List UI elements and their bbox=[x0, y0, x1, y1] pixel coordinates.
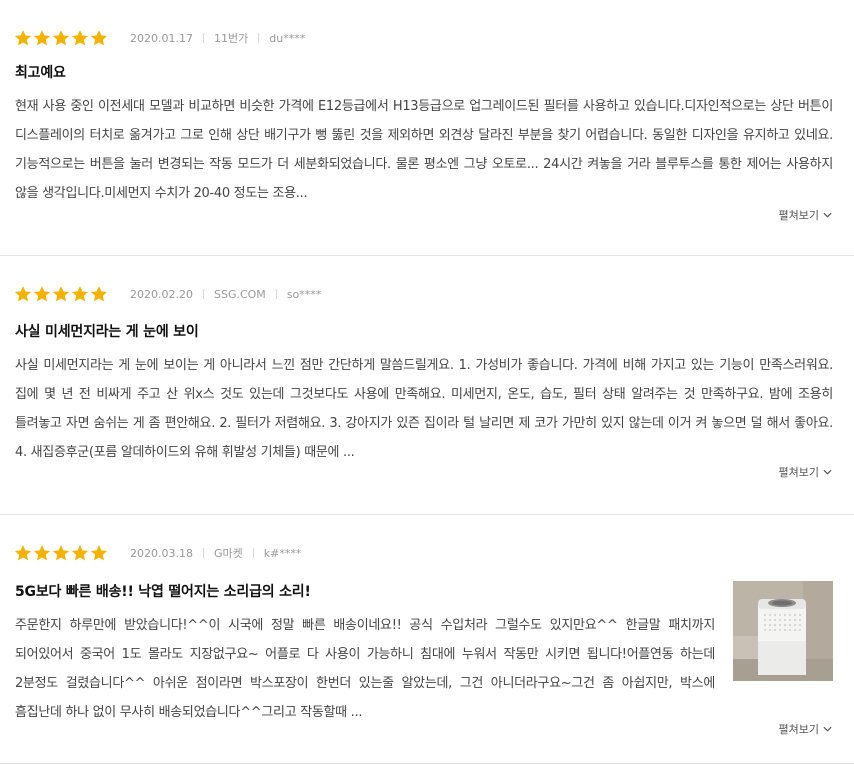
review-photo-thumbnail[interactable] bbox=[733, 581, 833, 681]
chevron-down-icon bbox=[823, 469, 832, 475]
review-user: du**** bbox=[269, 31, 306, 45]
star-icon bbox=[71, 545, 89, 561]
review-date: 2020.02.20 bbox=[130, 287, 193, 301]
expand-label: 펼쳐보기 bbox=[778, 723, 819, 736]
star-icon bbox=[90, 30, 108, 46]
review-date: 2020.03.18 bbox=[130, 546, 193, 560]
review-item: 2020.03.18 G마켓 k#**** 5G보다 빠른 배송!! 낙엽 떨어… bbox=[0, 515, 854, 764]
chevron-down-icon bbox=[823, 212, 832, 218]
meta-divider bbox=[275, 289, 277, 299]
expand-button[interactable]: 펼쳐보기 bbox=[779, 207, 832, 223]
review-body: 주문한지 하루만에 받았습니다!^^이 시국에 정말 빠른 배송이네요!! 공식… bbox=[15, 618, 715, 720]
review-meta: 2020.01.17 11번가 du**** bbox=[14, 28, 305, 48]
air-purifier-photo bbox=[733, 581, 833, 681]
meta-divider bbox=[202, 548, 204, 558]
meta-divider bbox=[202, 289, 204, 299]
review-source: G마켓 bbox=[213, 547, 243, 560]
star-icon bbox=[52, 545, 70, 561]
expand-label: 펼쳐보기 bbox=[778, 209, 819, 222]
expand-button[interactable]: 펼쳐보기 bbox=[779, 721, 832, 737]
review-title: 5G보다 빠른 배송!! 낙엽 떨어지는 소리급의 소리! bbox=[15, 584, 311, 600]
review-source: 11번가 bbox=[213, 32, 249, 45]
review-meta: 2020.03.18 G마켓 k#**** bbox=[14, 543, 301, 563]
review-title: 사실 미세먼지라는 게 눈에 보이 bbox=[15, 324, 199, 340]
review-body: 현재 사용 중인 이전세대 모델과 비교하면 비슷한 가격에 E12등급에서 H… bbox=[15, 99, 833, 201]
meta-divider bbox=[258, 33, 260, 43]
review-title: 최고예요 bbox=[15, 65, 66, 81]
star-rating bbox=[14, 544, 108, 562]
review-source: SSG.COM bbox=[213, 287, 266, 301]
star-icon bbox=[71, 30, 89, 46]
star-icon bbox=[90, 545, 108, 561]
star-icon bbox=[33, 545, 51, 561]
star-icon bbox=[33, 30, 51, 46]
star-icon bbox=[52, 30, 70, 46]
review-user: k#**** bbox=[263, 546, 302, 560]
star-icon bbox=[14, 30, 32, 46]
star-rating bbox=[14, 285, 108, 303]
meta-divider bbox=[252, 548, 254, 558]
meta-divider bbox=[202, 33, 204, 43]
star-icon bbox=[14, 545, 32, 561]
review-item: 2020.02.20 SSG.COM so**** 사실 미세먼지라는 게 눈에… bbox=[0, 256, 854, 515]
star-icon bbox=[33, 286, 51, 302]
review-item: 2020.01.17 11번가 du**** 최고예요 현재 사용 중인 이전세… bbox=[0, 0, 854, 256]
star-icon bbox=[14, 286, 32, 302]
expand-button[interactable]: 펼쳐보기 bbox=[779, 464, 832, 480]
review-date: 2020.01.17 bbox=[130, 31, 193, 45]
review-body: 사실 미세먼지라는 게 눈에 보이는 게 아니라서 느낀 점만 간단하게 말씀드… bbox=[15, 358, 833, 460]
star-icon bbox=[52, 286, 70, 302]
review-user: so**** bbox=[286, 287, 322, 301]
star-icon bbox=[90, 286, 108, 302]
star-icon bbox=[71, 286, 89, 302]
expand-label: 펼쳐보기 bbox=[778, 466, 819, 479]
review-meta: 2020.02.20 SSG.COM so**** bbox=[14, 284, 321, 304]
chevron-down-icon bbox=[823, 726, 832, 732]
star-rating bbox=[14, 29, 108, 47]
